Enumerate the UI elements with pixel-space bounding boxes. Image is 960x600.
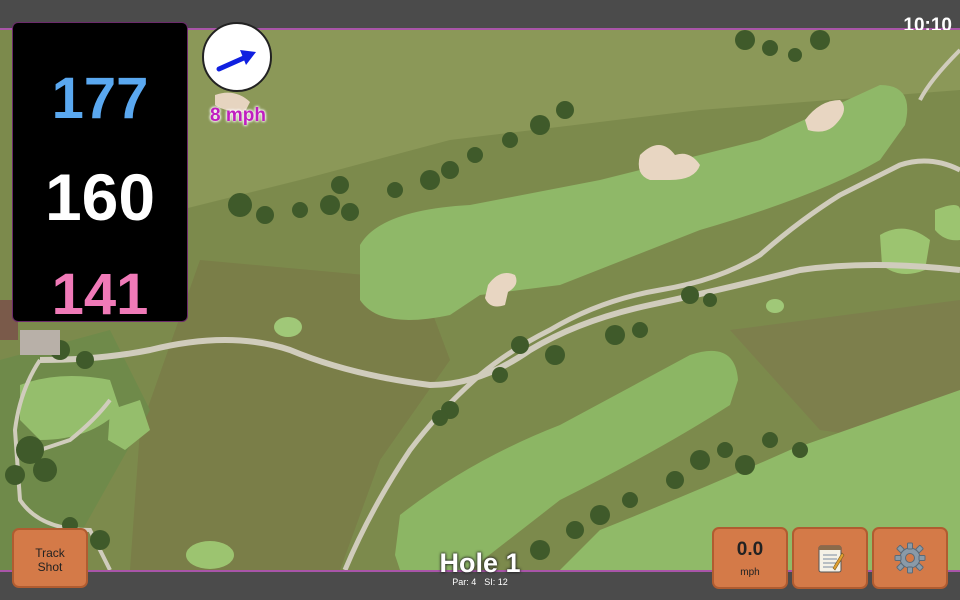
speed-value: 0.0 (736, 539, 764, 560)
front-distance: 141 (51, 262, 149, 327)
hole-par: Par: 4 (452, 577, 477, 587)
settings-button[interactable] (872, 527, 948, 589)
track-shot-label-line1: Track (35, 546, 65, 560)
notepad-icon (818, 545, 845, 573)
arrow-icon (216, 50, 256, 72)
wind-direction-dial (202, 22, 272, 92)
notes-button[interactable] (792, 527, 868, 589)
wind-speed: 8 mph (210, 105, 266, 126)
speed-unit: mph (740, 567, 760, 578)
hole-stroke-index: SI: 12 (484, 577, 508, 587)
back-distance: 177 (51, 66, 149, 131)
track-shot-button[interactable]: Track Shot (12, 528, 88, 588)
track-shot-label-line2: Shot (37, 560, 63, 574)
hole-info: Par: 4 SI: 12 (380, 577, 580, 587)
gear-icon (894, 542, 926, 574)
middle-distance: 160 (44, 160, 156, 234)
distance-panel: 177 160 141 (12, 22, 188, 327)
hole-title: Hole 1 (439, 548, 521, 578)
speed-button[interactable]: 0.0 mph (712, 527, 788, 589)
